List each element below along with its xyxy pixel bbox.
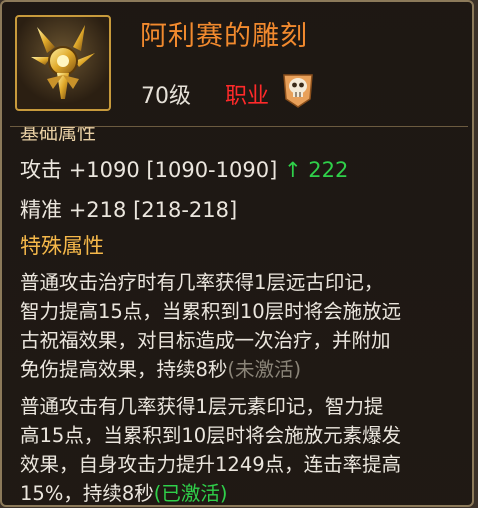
stat-name: 攻击 [20, 158, 62, 182]
effect-line: 15%，持续8秒(已激活) [20, 482, 228, 505]
tooltip-header: 阿利赛的雕刻 70级 职业 [2, 2, 476, 127]
up-arrow-icon: ↑ [283, 158, 302, 182]
status-inactive: (未激活) [227, 358, 302, 381]
item-level: 70级 [141, 84, 191, 109]
stat-delta: 222 [308, 158, 349, 182]
stat-row-accuracy: 精准 +218 [218-218] [20, 194, 237, 224]
status-active: (已激活) [153, 482, 228, 505]
job-requirement: 职业 [225, 84, 270, 109]
golden-emblem-icon [15, 15, 111, 111]
effect-line: 免伤提高效果，持续8秒(未激活) [20, 358, 302, 381]
special-effect-1: 普通攻击治疗时有几率获得1层远古印记， 智力提高15点，当累积到10层时将会施放… [20, 268, 468, 384]
special-effect-2: 普通攻击有几率获得1层元素印记，智力提 高15点，当累积到10层时将会施放元素爆… [20, 392, 468, 508]
base-attributes-heading: 基础属性 [20, 127, 97, 143]
effect-line: 高15点，当累积到10层时将会施放元素爆发 [20, 424, 402, 447]
effect-line: 普通攻击治疗时有几率获得1层远古印记， [20, 271, 384, 294]
item-name: 阿利赛的雕刻 [140, 21, 308, 52]
stat-value: +218 [68, 198, 127, 222]
stat-value: +1090 [68, 158, 140, 182]
effect-line: 普通攻击有几率获得1层元素印记，智力提 [20, 395, 384, 418]
stat-row-attack: 攻击 +1090 [1090-1090] ↑ 222 [20, 154, 348, 184]
special-attributes-heading: 特殊属性 [20, 234, 104, 258]
stat-range: [1090-1090] [146, 158, 278, 182]
effect-line: 古祝福效果，对目标造成一次治疗，并附加 [20, 329, 391, 352]
stat-name: 精准 [20, 198, 62, 222]
effect-line: 智力提高15点，当累积到10层时将会施放远 [20, 300, 402, 323]
skull-class-icon [280, 69, 316, 109]
effect-line: 效果，自身攻击力提升1249点，连击率提高 [20, 453, 402, 476]
stat-range: [218-218] [133, 198, 238, 222]
item-tooltip: 阿利赛的雕刻 70级 职业 基础属性 攻击 +1090 [1090-1090] … [0, 0, 474, 507]
